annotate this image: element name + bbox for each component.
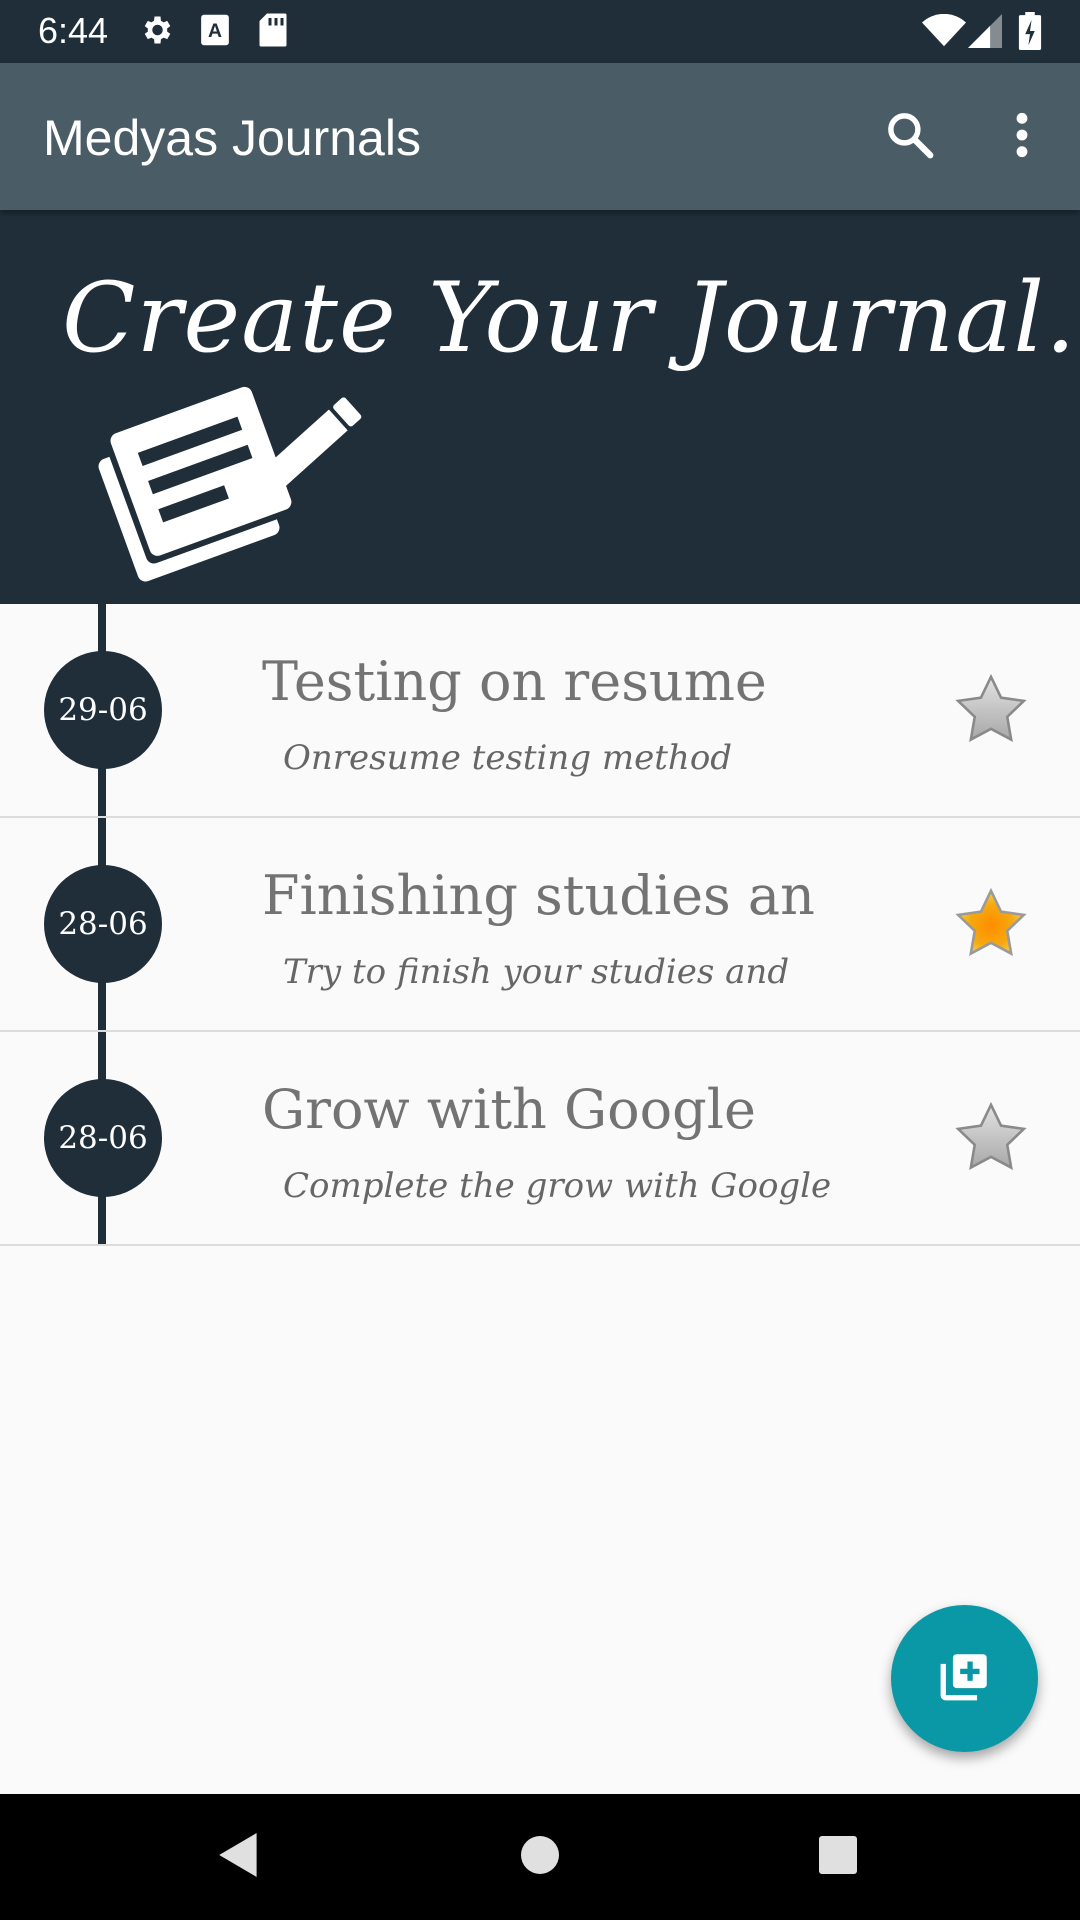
journal-title: Finishing studies an [262,864,815,927]
more-vert-icon [1012,110,1032,165]
wifi-icon [922,13,966,53]
home-icon [520,1835,560,1880]
settings-icon [138,12,174,53]
battery-icon [1018,12,1042,55]
list-item[interactable]: 28-06 Grow with Google Complete the grow… [0,1032,1080,1246]
recents-button[interactable] [803,1822,873,1892]
favorite-toggle[interactable] [952,1099,1030,1177]
journal-title: Testing on resume [262,650,767,713]
list-item[interactable]: 28-06 Finishing studies an Try to finish… [0,818,1080,1032]
status-time: 6:44 [38,10,109,51]
banner-headline: Create Your Journal. [62,262,1077,374]
date-badge: 28-06 [44,865,162,983]
add-journal-button[interactable] [891,1605,1038,1752]
journal-subtitle: Try to finish your studies and [283,952,790,992]
journal-list: 29-06 Testing on resume Onresume testing… [0,604,1080,1246]
star-filled-icon [952,887,1030,967]
a-icon: A [198,12,232,53]
svg-text:A: A [208,20,222,42]
app-bar: Medyas Journals [0,63,1080,210]
search-button[interactable] [874,101,946,173]
app-title: Medyas Journals [43,110,421,166]
status-bar: 6:44 A [0,0,1080,63]
navigation-bar [0,1794,1080,1920]
add-note-icon [936,1647,994,1710]
star-outline-icon [952,1101,1030,1181]
journal-title: Grow with Google [262,1078,756,1141]
signal-icon [968,14,1002,53]
date-badge: 29-06 [44,651,162,769]
star-outline-icon [952,673,1030,753]
journal-edit-icon [86,360,386,605]
recents-icon [818,1835,858,1880]
journal-subtitle: Complete the grow with Google [283,1166,832,1206]
date-badge: 28-06 [44,1079,162,1197]
journal-subtitle: Onresume testing method [283,738,733,778]
search-icon [883,108,937,167]
list-item[interactable]: 29-06 Testing on resume Onresume testing… [0,604,1080,818]
more-options-button[interactable] [986,101,1058,173]
favorite-toggle[interactable] [952,671,1030,749]
sd-card-icon [258,12,288,53]
header-banner: Create Your Journal. [0,210,1080,604]
back-icon [217,1830,261,1885]
back-button[interactable] [204,1822,274,1892]
home-button[interactable] [505,1822,575,1892]
favorite-toggle[interactable] [952,885,1030,963]
